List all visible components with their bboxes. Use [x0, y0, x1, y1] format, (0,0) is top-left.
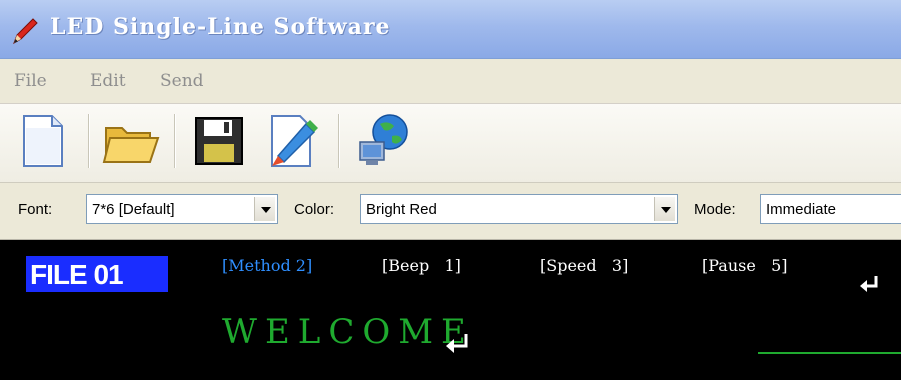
cursor-line	[758, 352, 901, 354]
edit-button[interactable]	[262, 110, 324, 172]
mode-label: Mode:	[694, 201, 736, 218]
font-select[interactable]: 7*6 [Default]	[86, 194, 278, 224]
menu-send[interactable]: Send	[160, 71, 204, 91]
enter-icon	[860, 276, 878, 292]
open-folder-icon	[102, 127, 160, 163]
method-param: [Method 2]	[222, 256, 313, 275]
font-value: 7*6 [Default]	[92, 201, 175, 218]
menu-file[interactable]: File	[14, 71, 47, 91]
window-title: LED Single-Line Software	[50, 14, 391, 40]
beep-param: [Beep 1]	[382, 256, 461, 275]
toolbar	[0, 104, 901, 183]
open-button[interactable]	[100, 110, 162, 172]
menu-bar: File Edit Send	[0, 59, 901, 104]
message-editor[interactable]: FILE 01 [Method 2] [Beep 1] [Speed 3] [P…	[0, 240, 901, 380]
pencil-icon	[13, 18, 38, 45]
file-label: FILE 01	[30, 259, 124, 290]
new-file-icon	[23, 115, 63, 167]
mode-select[interactable]: Immediate	[760, 194, 901, 224]
chevron-down-icon[interactable]	[254, 197, 275, 221]
enter-icon	[446, 334, 468, 353]
options-bar: Font: 7*6 [Default] Color: Bright Red Mo…	[0, 183, 901, 240]
message-text: WELCOME	[222, 312, 474, 352]
color-label: Color:	[294, 201, 335, 218]
title-bar: LED Single-Line Software	[0, 0, 901, 59]
save-button[interactable]	[188, 110, 250, 172]
mode-value: Immediate	[766, 201, 837, 218]
save-disk-icon	[195, 117, 243, 165]
chevron-down-icon[interactable]	[654, 197, 675, 221]
send-network-icon	[359, 114, 408, 165]
speed-param: [Speed 3]	[540, 256, 629, 275]
edit-brush-icon	[271, 115, 318, 167]
font-label: Font:	[18, 201, 53, 218]
file-badge: FILE 01	[26, 256, 168, 292]
menu-edit[interactable]: Edit	[90, 71, 126, 91]
toolbar-separator	[88, 114, 89, 168]
color-value: Bright Red	[366, 201, 437, 218]
toolbar-separator	[338, 114, 339, 168]
pause-param: [Pause 5]	[702, 256, 788, 275]
color-select[interactable]: Bright Red	[360, 194, 678, 224]
send-button[interactable]	[352, 110, 414, 172]
new-file-button[interactable]	[12, 110, 74, 172]
toolbar-separator	[174, 114, 175, 168]
